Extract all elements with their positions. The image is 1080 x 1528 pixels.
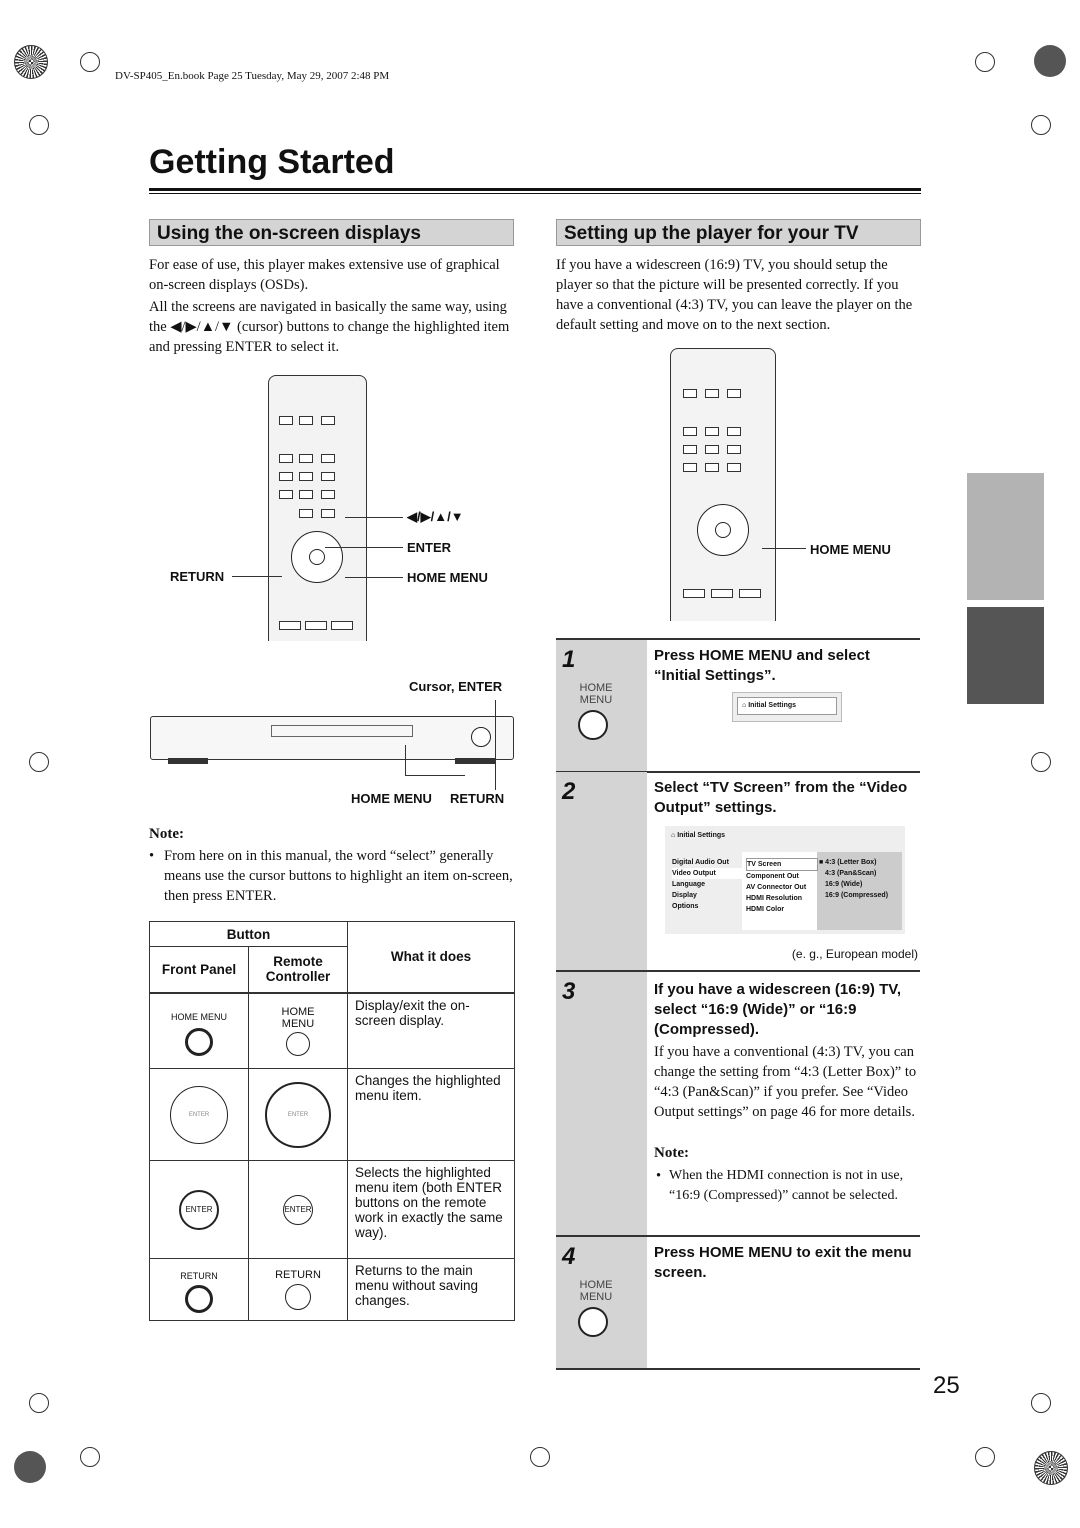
header-remote: Remote Controller [248,946,348,993]
remote-illustration [268,375,367,641]
registration-mark-icon [975,52,995,72]
cursor-label: ◀/▶/▲/▼ [407,509,464,524]
cursor-enter-label: Cursor, ENTER [409,679,503,694]
step-heading: Press HOME MENU to exit the menu screen. [654,1244,912,1281]
note-title: Note: [149,826,184,842]
table-cell-what: Display/exit the on-screen display. [347,992,515,1069]
enter-label: ENTER [407,540,452,555]
home-menu-label: HOME MENU [351,791,432,806]
step-4: 4 HOME MENU Press HOME MENU to exit the … [556,1237,920,1370]
header-what: What it does [347,921,515,993]
paragraph: All the screens are navigated in basical… [149,299,510,355]
step-number: 3 [562,978,576,1005]
table-cell-what: Changes the highlighted menu item. [347,1068,515,1161]
home-menu-label: HOME MENU [407,570,488,585]
return-button-icon [185,1285,213,1313]
home-menu-button-label: HOME MENU [579,682,613,706]
return-label: RETURN [170,569,225,584]
registration-mark-icon [80,1447,100,1467]
home-menu-button-label: HOME MENU [579,1279,613,1303]
return-button-icon [285,1284,311,1310]
note-text: When the HDMI connection is not in use, … [669,1168,904,1203]
title-rule [149,193,921,194]
step-number: 1 [562,646,576,673]
registration-mark-icon [29,1393,49,1413]
chapter-tab-active [967,607,1044,704]
osd-video-output-screen: ⌂ Initial Settings Digital Audio Out Vide… [665,826,905,934]
step-heading: Select “TV Screen” from the “Video Outpu… [654,779,908,816]
registration-mark-icon [1031,752,1051,772]
step-1: 1 HOME MENU Press HOME MENU and select “… [556,640,920,773]
paragraph: If you have a widescreen (16:9) TV, you … [556,257,913,333]
remote-button-label: HOME MENU [281,1005,315,1030]
manual-page: DV-SP405_En.book Page 25 Tuesday, May 29… [0,0,1080,1528]
hand-pressing-button-icon [578,1307,608,1337]
title-rule [149,188,921,191]
step-number: 4 [562,1243,576,1270]
color-wheel-icon [1034,1451,1068,1485]
remote-illustration [670,348,776,621]
table-cell-what: Selects the highlighted menu item (both … [347,1160,515,1259]
gray-circle-icon [1034,45,1066,77]
file-header: DV-SP405_En.book Page 25 Tuesday, May 29… [115,70,390,82]
cursor-pad-icon: ENTER [265,1081,331,1148]
home-menu-button-icon [286,1031,310,1056]
step-2: 2 Select “TV Screen” from the “Video Out… [556,772,920,972]
osd-initial-settings: ⌂ Initial Settings [732,692,842,722]
step-3: 3 If you have a widescreen (16:9) TV, se… [556,972,920,1237]
hand-pressing-button-icon [578,710,608,740]
enter-button-icon: ENTER [179,1189,219,1230]
front-button-label: HOME MENU [171,1011,227,1022]
remote-button-label: RETURN [275,1269,321,1281]
registration-mark-icon [1031,115,1051,135]
step-body: If you have a conventional (4:3) TV, you… [654,1044,917,1120]
step-heading: Press HOME MENU and select “Initial Sett… [654,647,870,684]
registration-mark-icon [29,752,49,772]
header-front: Front Panel [149,946,249,993]
step-heading: If you have a widescreen (16:9) TV, sele… [654,981,902,1038]
section-heading: Setting up the player for your TV [556,219,921,246]
home-menu-button-icon [185,1027,213,1056]
registration-mark-icon [29,115,49,135]
registration-mark-icon [1031,1393,1051,1413]
front-button-label: RETURN [180,1271,218,1281]
return-label: RETURN [450,791,505,806]
cursor-dial-icon: ENTER [170,1085,228,1144]
header-button: Button [149,921,348,947]
player-front-panel-illustration [150,716,514,760]
color-wheel-icon [14,45,48,79]
chapter-tab [967,473,1044,600]
section-heading: Using the on-screen displays [149,219,514,246]
enter-button-icon: ENTER [283,1194,313,1225]
button-table: Button What it does Front Panel Remote Con… [149,921,515,1321]
registration-mark-icon [80,52,100,72]
page-number: 25 [933,1372,960,1399]
table-cell-what: Returns to the main menu without saving … [347,1258,515,1321]
registration-mark-icon [530,1447,550,1467]
page-title: Getting Started [149,143,395,181]
registration-mark-icon [975,1447,995,1467]
gray-circle-icon [14,1451,46,1483]
note-title: Note: [654,1145,689,1161]
home-menu-label: HOME MENU [810,542,891,557]
caption: (e. g., European model) [791,947,918,961]
note-text: From here on in this manual, the word “s… [164,848,513,904]
paragraph: For ease of use, this player makes exten… [149,257,500,293]
step-number: 2 [562,778,576,805]
